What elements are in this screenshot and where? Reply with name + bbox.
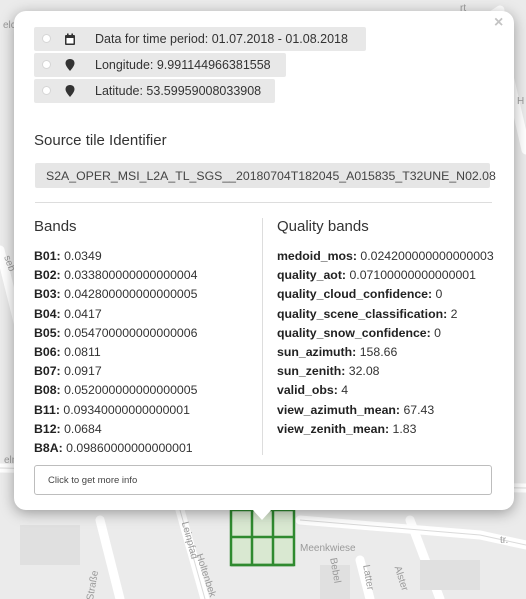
list-item: sun_azimuth: 158.66 — [277, 345, 494, 364]
band-key: B05: — [34, 325, 61, 340]
band-value: 0.0417 — [64, 306, 102, 321]
band-key: B02: — [34, 268, 61, 283]
band-key: B04: — [34, 306, 61, 321]
list-item: B06: 0.0811 — [34, 345, 197, 364]
source-tile-id: S2A_OPER_MSI_L2A_TL_SGS__20180704T182045… — [35, 163, 496, 188]
bullet-icon — [42, 34, 51, 43]
bullet-icon — [42, 86, 51, 95]
band-value: 0.0349 — [64, 249, 102, 263]
more-info-button[interactable]: Click to get more info — [34, 465, 492, 495]
band-value: 32.08 — [348, 364, 380, 379]
close-button[interactable]: × — [494, 15, 503, 31]
longitude-row: Longitude: 9.991144966381558 — [34, 53, 286, 77]
latitude-text: Latitude: 53.59959008033908 — [95, 84, 262, 98]
map-marker-icon — [65, 59, 75, 71]
list-item: quality_scene_classification: 2 — [277, 307, 494, 326]
list-item: quality_cloud_confidence: 0 — [277, 287, 494, 306]
list-item: valid_obs: 4 — [277, 383, 494, 402]
band-key: medoid_mos: — [277, 249, 357, 263]
band-value: 0.07100000000000001 — [349, 268, 476, 283]
band-key: quality_cloud_confidence: — [277, 287, 433, 302]
divider — [35, 202, 492, 203]
band-value: 0 — [434, 325, 442, 340]
column-divider — [262, 218, 263, 455]
band-key: B07: — [34, 364, 61, 379]
calendar-icon — [65, 33, 75, 45]
band-value: 158.66 — [359, 344, 398, 359]
popup-tip — [252, 509, 272, 520]
list-item: B05: 0.054700000000000006 — [34, 326, 197, 345]
band-key: B11: — [34, 402, 60, 417]
list-item: B07: 0.0917 — [34, 364, 197, 383]
band-value: 67.43 — [403, 402, 435, 417]
time-period-text: Data for time period: 01.07.2018 - 01.08… — [95, 32, 348, 46]
list-item: quality_aot: 0.07100000000000001 — [277, 268, 494, 287]
list-item: B12: 0.0684 — [34, 422, 197, 441]
map-label: tr. — [500, 535, 509, 546]
band-key: valid_obs: — [277, 383, 338, 398]
band-key: B06: — [34, 344, 61, 359]
time-period-row: Data for time period: 01.07.2018 - 01.08… — [34, 27, 366, 51]
band-value: 0.024200000000000003 — [360, 249, 494, 263]
band-value: 0.09860000000000001 — [66, 440, 193, 455]
band-value: 0.0684 — [64, 421, 102, 436]
band-key: B8A: — [34, 440, 63, 455]
list-item: B02: 0.033800000000000004 — [34, 268, 197, 287]
list-item: B04: 0.0417 — [34, 307, 197, 326]
band-value: 0 — [435, 287, 443, 302]
quality-bands-title: Quality bands — [277, 218, 369, 235]
band-value: 0.052000000000000005 — [64, 383, 198, 398]
band-key: B08: — [34, 383, 61, 398]
band-value: 0.09340000000000001 — [63, 402, 190, 417]
band-key: view_zenith_mean: — [277, 421, 390, 436]
source-tile-title: Source tile Identifier — [34, 132, 167, 149]
list-item: view_azimuth_mean: 67.43 — [277, 403, 494, 422]
list-item: B8A: 0.09860000000000001 — [34, 441, 197, 460]
map-label: Meenkwiese — [300, 543, 356, 554]
list-item: B11: 0.09340000000000001 — [34, 403, 197, 422]
list-item: quality_snow_confidence: 0 — [277, 326, 494, 345]
band-value: 0.042800000000000005 — [64, 287, 198, 302]
list-item: view_zenith_mean: 1.83 — [277, 422, 494, 441]
band-value: 0.0917 — [64, 364, 102, 379]
list-item: sun_zenith: 32.08 — [277, 364, 494, 383]
bands-list: B01: 0.0349 B02: 0.033800000000000004 B03:… — [34, 249, 197, 460]
list-item: B03: 0.042800000000000005 — [34, 287, 197, 306]
longitude-text: Longitude: 9.991144966381558 — [95, 58, 271, 72]
band-value: 0.0811 — [64, 344, 101, 359]
band-value: 1.83 — [392, 421, 417, 436]
band-key: B03: — [34, 287, 61, 302]
list-item: B01: 0.0349 — [34, 249, 197, 268]
list-item: B08: 0.052000000000000005 — [34, 383, 197, 402]
quality-bands-list: medoid_mos: 0.024200000000000003 quality_… — [277, 249, 494, 441]
band-value: 4 — [341, 383, 349, 398]
map-marker-icon — [65, 85, 75, 97]
band-key: quality_scene_classification: — [277, 306, 448, 321]
band-key: sun_azimuth: — [277, 344, 357, 359]
map-label: H — [517, 96, 525, 107]
band-key: B01: — [34, 249, 61, 263]
list-item: medoid_mos: 0.024200000000000003 — [277, 249, 494, 268]
band-key: quality_snow_confidence: — [277, 325, 431, 340]
band-key: B12: — [34, 421, 61, 436]
bullet-icon — [42, 60, 51, 69]
band-key: view_azimuth_mean: — [277, 402, 401, 417]
band-value: 0.033800000000000004 — [64, 268, 198, 283]
bands-title: Bands — [34, 218, 77, 235]
band-key: sun_zenith: — [277, 364, 346, 379]
band-value: 0.054700000000000006 — [64, 325, 198, 340]
band-key: quality_aot: — [277, 268, 347, 283]
latitude-row: Latitude: 53.59959008033908 — [34, 79, 275, 103]
band-value: 2 — [450, 306, 458, 321]
